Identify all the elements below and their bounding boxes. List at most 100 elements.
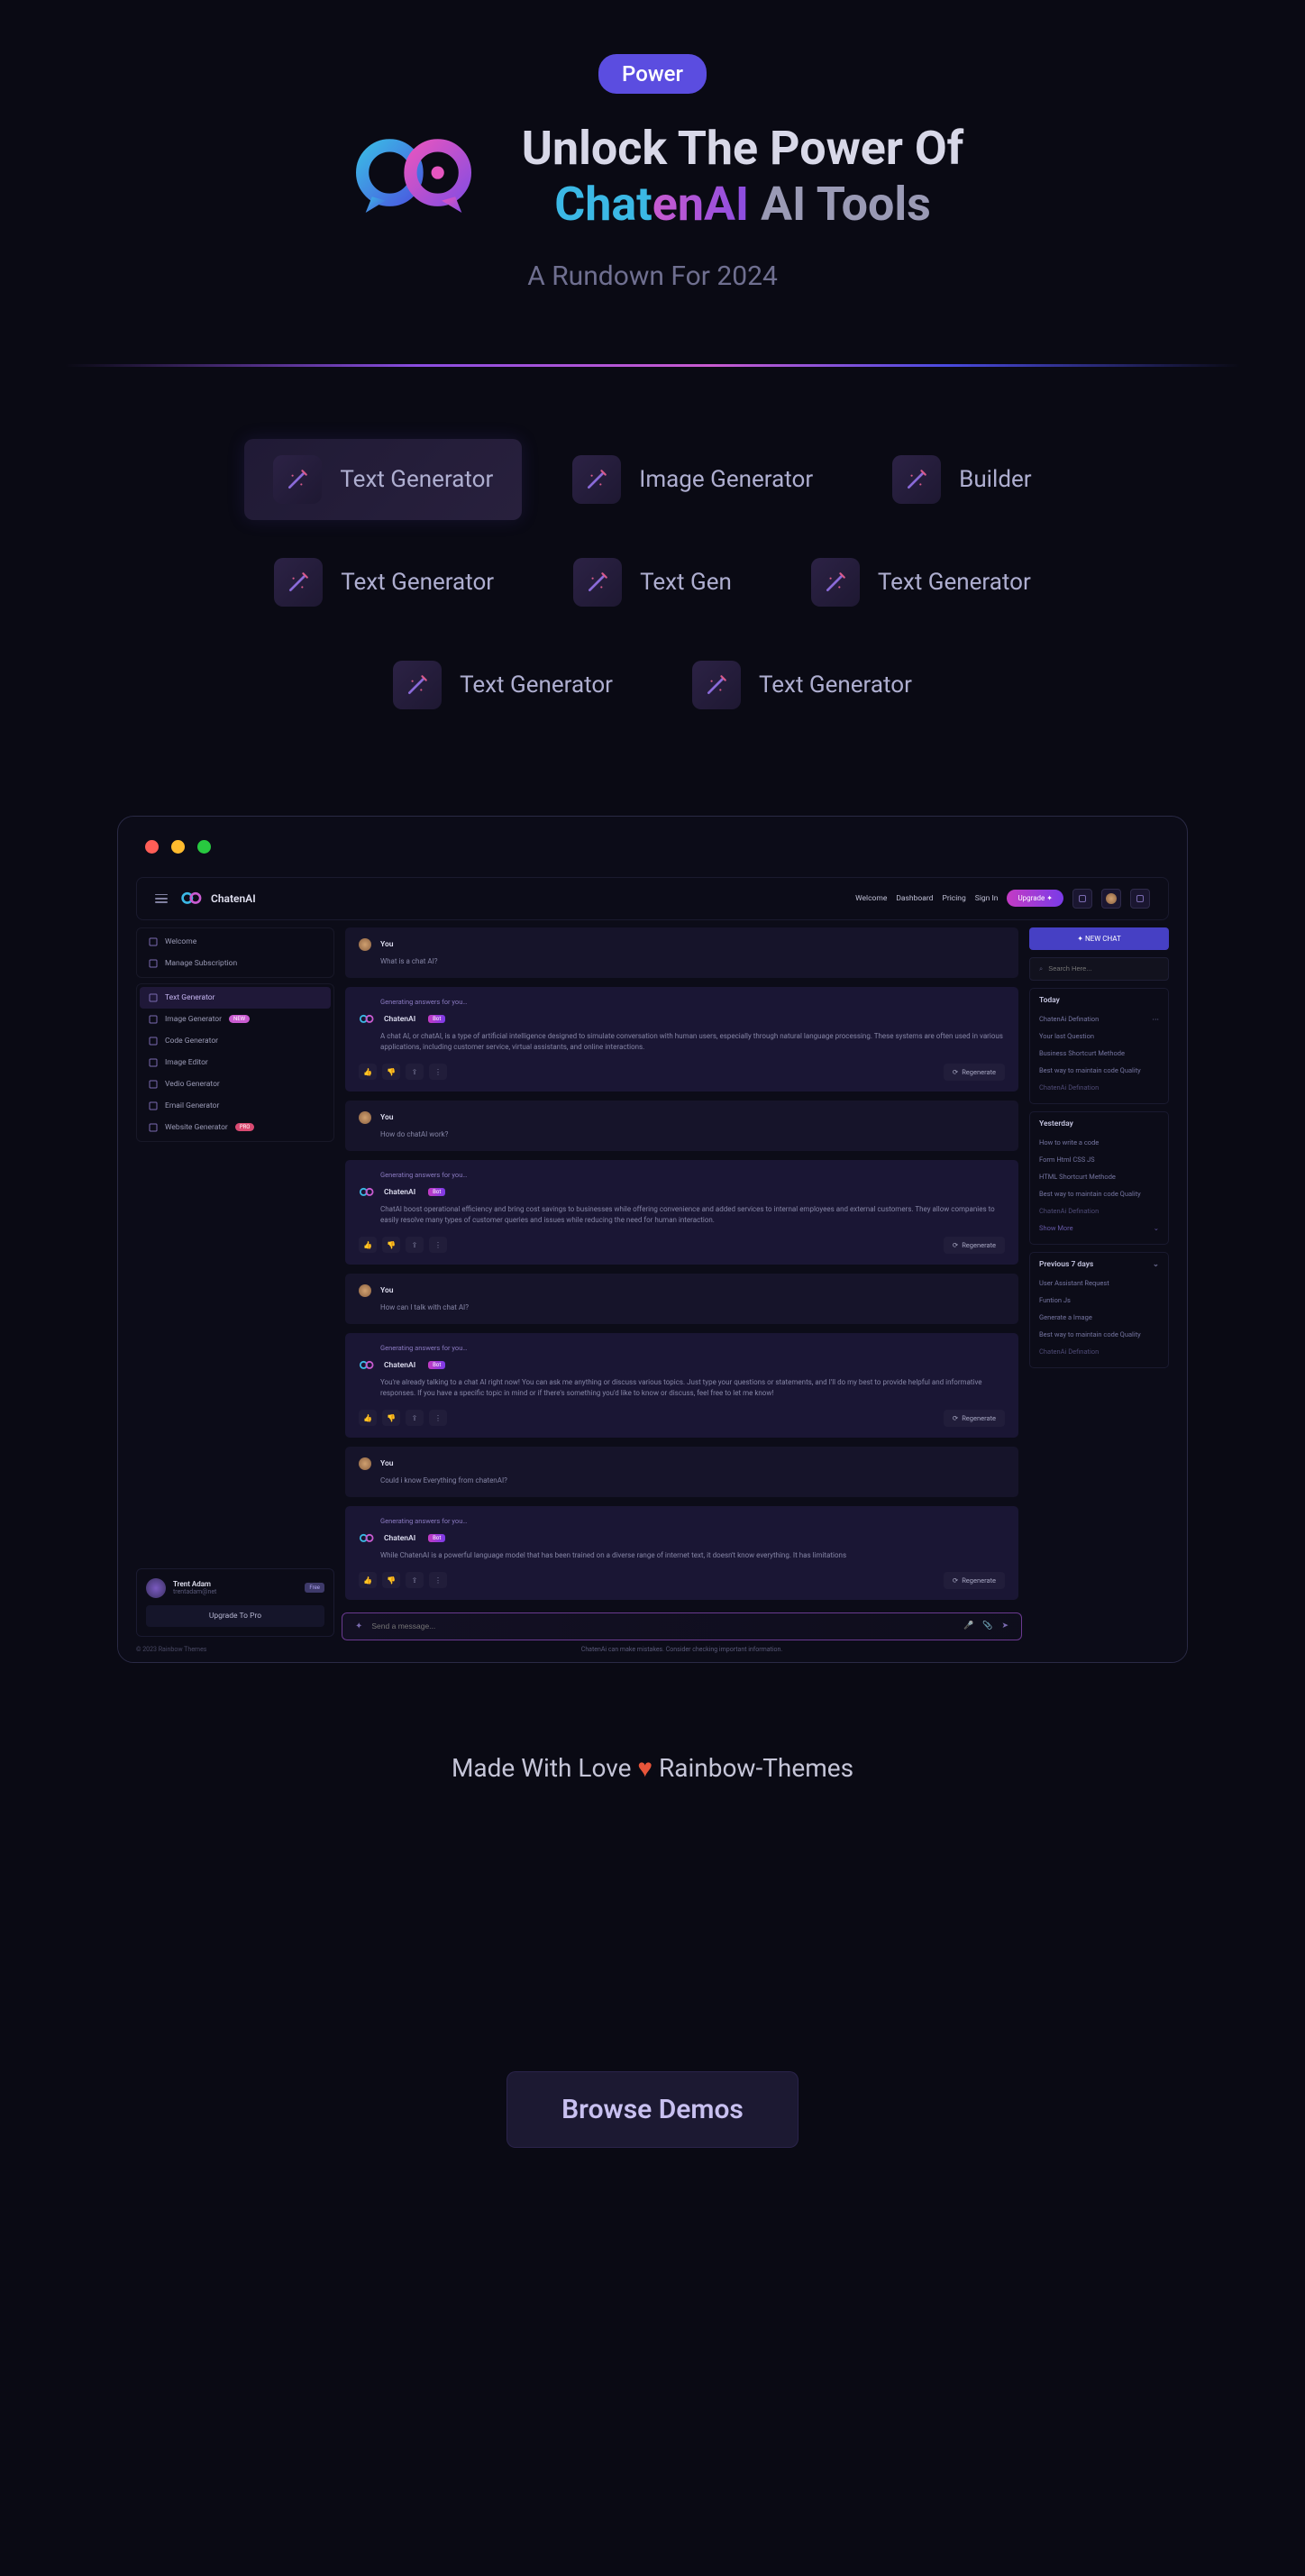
category-4[interactable]: Text Gen [544,542,761,623]
more-icon[interactable]: ⋮ [429,1237,447,1253]
app-logo[interactable]: ChatenAI [180,891,256,906]
history-item[interactable]: ChatenAi Defination [1039,1343,1159,1360]
sidebar-item-label: Manage Subscription [165,959,237,968]
share-icon[interactable]: ⇪ [406,1572,424,1588]
share-icon[interactable]: ⇪ [406,1237,424,1253]
more-icon[interactable]: ⋮ [429,1064,447,1080]
send-icon[interactable]: ➤ [1001,1621,1008,1631]
bot-message: Generating answers for you…ChatenAIBotWh… [345,1506,1018,1600]
sidebar-item-label: Welcome [165,937,196,946]
regenerate-button[interactable]: ⟳Regenerate [944,1237,1005,1254]
sidebar-item-image-generator[interactable]: Image GeneratorNEW [140,1009,331,1030]
thumbs-up-icon[interactable]: 👍 [359,1064,377,1080]
history-item[interactable]: Your last Question [1039,1028,1159,1045]
attach-icon[interactable]: 📎 [982,1621,992,1631]
thumbs-up-icon[interactable]: 👍 [359,1572,377,1588]
regenerate-button[interactable]: ⟳Regenerate [944,1064,1005,1081]
history-item[interactable]: Funtion Js [1039,1292,1159,1309]
message-input[interactable] [371,1621,954,1631]
more-icon[interactable]: ⋮ [429,1410,447,1426]
sidebar-item-manage-subscription[interactable]: Manage Subscription [140,953,331,974]
thumbs-down-icon[interactable]: 👎 [382,1572,400,1588]
thumbs-down-icon[interactable]: 👎 [382,1064,400,1080]
thumbs-down-icon[interactable]: 👎 [382,1410,400,1426]
made-with-love: Made With Love ♥ Rainbow-Themes [0,1753,1305,1783]
nav-pricing[interactable]: Pricing [942,894,965,903]
upgrade-to-pro-button[interactable]: Upgrade To Pro [146,1605,324,1627]
category-label: Text Gen [640,569,732,596]
category-7[interactable]: Text Generator [663,644,941,726]
mic-icon[interactable]: 🎤 [963,1621,973,1631]
history-item[interactable]: ChatenAi Defination⋯ [1039,1010,1159,1028]
thumbs-up-icon[interactable]: 👍 [359,1237,377,1253]
browse-demos-button[interactable]: Browse Demos [506,2071,799,2148]
show-more-button[interactable]: Show More⌄ [1039,1219,1159,1237]
avatar-icon[interactable] [1101,889,1121,909]
profile-email: trentadam@net [173,1588,216,1595]
sidebar-item-website-generator[interactable]: Website GeneratorPRO [140,1117,331,1138]
wand-icon [274,558,323,607]
bot-badge: Bot [428,1534,445,1542]
regenerate-button[interactable]: ⟳Regenerate [944,1572,1005,1589]
close-dot [145,840,159,854]
history-item[interactable]: User Assistant Request [1039,1274,1159,1292]
history-item[interactable]: Best way to maintain code Quality [1039,1326,1159,1343]
history-item[interactable]: ChatenAi Defination [1039,1202,1159,1219]
new-chat-button[interactable]: ✦ NEW CHAT [1029,927,1169,950]
chevron-down-icon: ⌄ [1153,1260,1159,1269]
history-item[interactable]: Best way to maintain code Quality [1039,1062,1159,1079]
sidebar-item-email-generator[interactable]: Email Generator [140,1095,331,1117]
nav-welcome[interactable]: Welcome [855,894,887,903]
history-item[interactable]: Generate a Image [1039,1309,1159,1326]
sidebar-item-text-generator[interactable]: Text Generator [140,987,331,1009]
grid-icon[interactable] [1072,889,1092,909]
search-input[interactable]: ⌕ [1029,957,1169,981]
upgrade-button[interactable]: Upgrade ✦ [1007,890,1063,907]
bot-message: Generating answers for you…ChatenAIBotCh… [345,1160,1018,1265]
history-item[interactable]: Business Shortcurt Methode [1039,1045,1159,1062]
theme-icon[interactable] [1130,889,1150,909]
text-icon [149,993,158,1002]
sidebar-item-label: Code Generator [165,1037,218,1046]
message-text: Could i know Everything from chatenAI? [380,1475,1005,1486]
message-text: How can I talk with chat AI? [380,1302,1005,1313]
category-0[interactable]: Text Generator [244,439,522,520]
more-icon[interactable]: ⋮ [429,1572,447,1588]
thumbs-up-icon[interactable]: 👍 [359,1410,377,1426]
user-avatar-icon [359,938,371,951]
sidebar-item-welcome[interactable]: Welcome [140,931,331,953]
share-icon[interactable]: ⇪ [406,1410,424,1426]
share-icon[interactable]: ⇪ [406,1064,424,1080]
history-item[interactable]: How to write a code [1039,1134,1159,1151]
nav-sign-in[interactable]: Sign In [975,894,999,903]
regenerate-button[interactable]: ⟳Regenerate [944,1410,1005,1427]
category-1[interactable]: Image Generator [543,439,842,520]
more-icon[interactable]: ⋯ [1153,1015,1160,1023]
category-2[interactable]: Builder [863,439,1060,520]
right-panel: ✦ NEW CHAT ⌕ TodayChatenAi Defination⋯Yo… [1029,927,1169,1653]
sidebar-item-vedio-generator[interactable]: Vedio Generator [140,1073,331,1095]
nav-dashboard[interactable]: Dashboard [896,894,933,903]
generating-label: Generating answers for you… [380,1344,1005,1352]
history-item[interactable]: Form Html CSS JS [1039,1151,1159,1168]
message-text: You're already talking to a chat AI righ… [380,1377,1005,1399]
user-avatar-icon [359,1284,371,1297]
history-item[interactable]: HTML Shortcurt Methode [1039,1168,1159,1185]
history-item[interactable]: ChatenAi Defination [1039,1079,1159,1096]
sidebar-item-code-generator[interactable]: Code Generator [140,1030,331,1052]
sidebar-item-image-editor[interactable]: Image Editor [140,1052,331,1073]
history-item[interactable]: Best way to maintain code Quality [1039,1185,1159,1202]
generating-label: Generating answers for you… [380,1171,1005,1179]
video-icon [149,1080,158,1089]
category-3[interactable]: Text Generator [245,542,523,623]
user-avatar-icon [359,1111,371,1124]
message-input-bar[interactable]: ✦ 🎤 📎 ➤ [342,1612,1022,1640]
category-5[interactable]: Text Generator [782,542,1060,623]
thumbs-down-icon[interactable]: 👎 [382,1237,400,1253]
sparkle-icon: ✦ [355,1621,362,1631]
message-author: You [380,940,394,949]
menu-icon[interactable] [155,894,168,903]
message-author: You [380,1286,394,1295]
category-6[interactable]: Text Generator [364,644,642,726]
hero-subtitle: A Rundown For 2024 [18,260,1287,292]
